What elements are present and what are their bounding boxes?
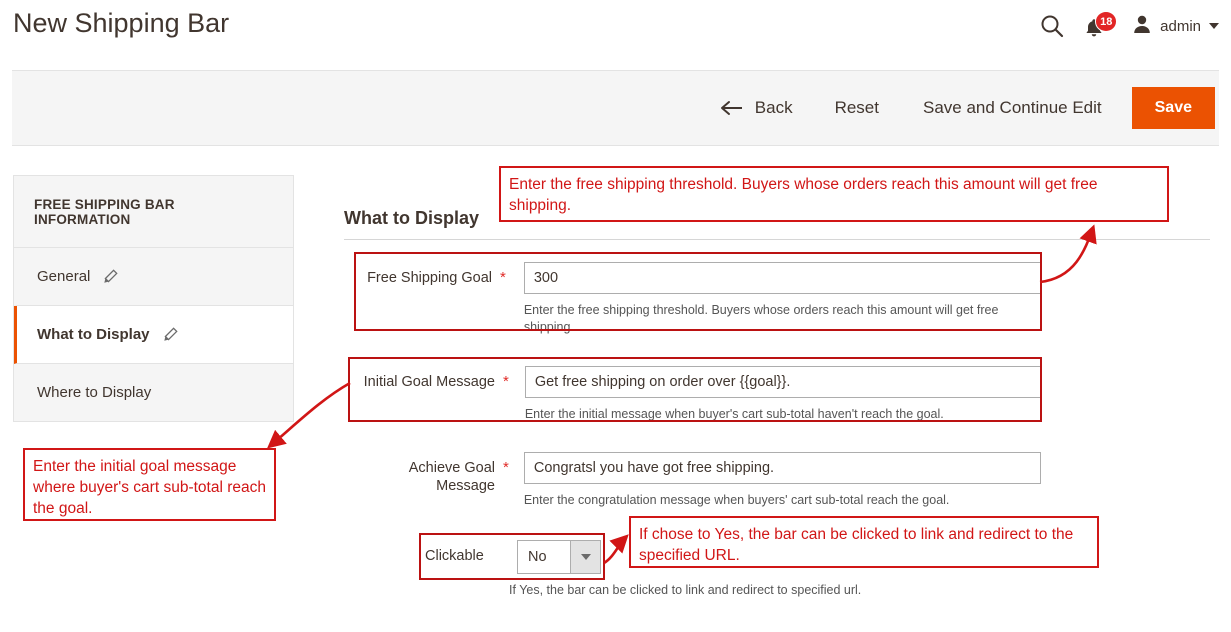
back-label: Back: [755, 98, 793, 118]
sidebar-item-where-to-display[interactable]: Where to Display: [14, 364, 293, 421]
initial-goal-message-input[interactable]: [525, 366, 1042, 398]
sidebar-item-general[interactable]: General: [14, 248, 293, 306]
field-achieve-goal-message: Achieve Goal Message * Enter the congrat…: [360, 452, 1041, 509]
header-actions: 18 admin: [1039, 6, 1219, 46]
clickable-select[interactable]: No: [517, 540, 601, 574]
arrow-left-icon: [720, 100, 744, 116]
notifications-badge: 18: [1095, 11, 1117, 32]
sidebar-item-label: General: [37, 268, 90, 285]
action-toolbar: Back Reset Save and Continue Edit Save: [12, 70, 1219, 146]
field-note: Enter the initial message when buyer's c…: [525, 406, 1035, 423]
achieve-goal-message-input[interactable]: [524, 452, 1041, 484]
pencil-icon: [103, 269, 118, 284]
clickable-select-value: No: [518, 541, 570, 573]
section-divider: [344, 239, 1210, 240]
field-label: Achieve Goal Message: [360, 452, 495, 495]
page-header: New Shipping Bar 18: [0, 0, 1231, 58]
field-label: Clickable: [425, 540, 507, 565]
pencil-icon: [163, 327, 178, 342]
reset-button[interactable]: Reset: [835, 98, 879, 118]
field-label-line-2: Message: [360, 477, 495, 495]
annotation-initial-goal-message: Enter the initial goal message where buy…: [23, 448, 276, 521]
user-name: admin: [1160, 18, 1201, 35]
free-shipping-goal-input[interactable]: [524, 262, 1041, 294]
save-button[interactable]: Save: [1132, 87, 1215, 129]
sidebar-item-label: Where to Display: [37, 384, 151, 401]
save-and-continue-edit-button[interactable]: Save and Continue Edit: [923, 98, 1102, 118]
field-note: If Yes, the bar can be clicked to link a…: [509, 582, 979, 599]
search-icon[interactable]: [1039, 13, 1065, 39]
avatar-icon: [1131, 13, 1153, 39]
field-label: Initial Goal Message: [354, 366, 495, 391]
annotation-free-shipping-goal: Enter the free shipping threshold. Buyer…: [499, 166, 1169, 222]
field-free-shipping-goal: Free Shipping Goal * Enter the free ship…: [360, 262, 1041, 336]
sidebar: FREE SHIPPING BAR INFORMATION General Wh…: [13, 175, 294, 422]
page-title: New Shipping Bar: [13, 8, 229, 39]
required-marker: *: [503, 452, 509, 509]
back-button[interactable]: Back: [720, 98, 793, 118]
notifications-button[interactable]: 18: [1083, 11, 1113, 41]
field-initial-goal-message: Initial Goal Message * Enter the initial…: [354, 366, 1042, 423]
annotation-clickable: If chose to Yes, the bar can be clicked …: [629, 516, 1099, 568]
chevron-down-icon: [570, 541, 600, 573]
field-label: Free Shipping Goal: [360, 262, 492, 287]
field-label-line-1: Achieve Goal: [360, 459, 495, 477]
required-marker: *: [500, 262, 506, 336]
chevron-down-icon: [1209, 23, 1219, 29]
field-note: Enter the congratulation message when bu…: [524, 492, 1034, 509]
sidebar-item-label: What to Display: [37, 326, 150, 343]
field-note: Enter the free shipping threshold. Buyer…: [524, 302, 1024, 336]
user-menu[interactable]: admin: [1131, 13, 1219, 39]
required-marker: *: [503, 366, 509, 423]
sidebar-heading: FREE SHIPPING BAR INFORMATION: [14, 176, 293, 248]
sidebar-item-what-to-display[interactable]: What to Display: [14, 306, 293, 364]
section-title: What to Display: [344, 208, 479, 229]
